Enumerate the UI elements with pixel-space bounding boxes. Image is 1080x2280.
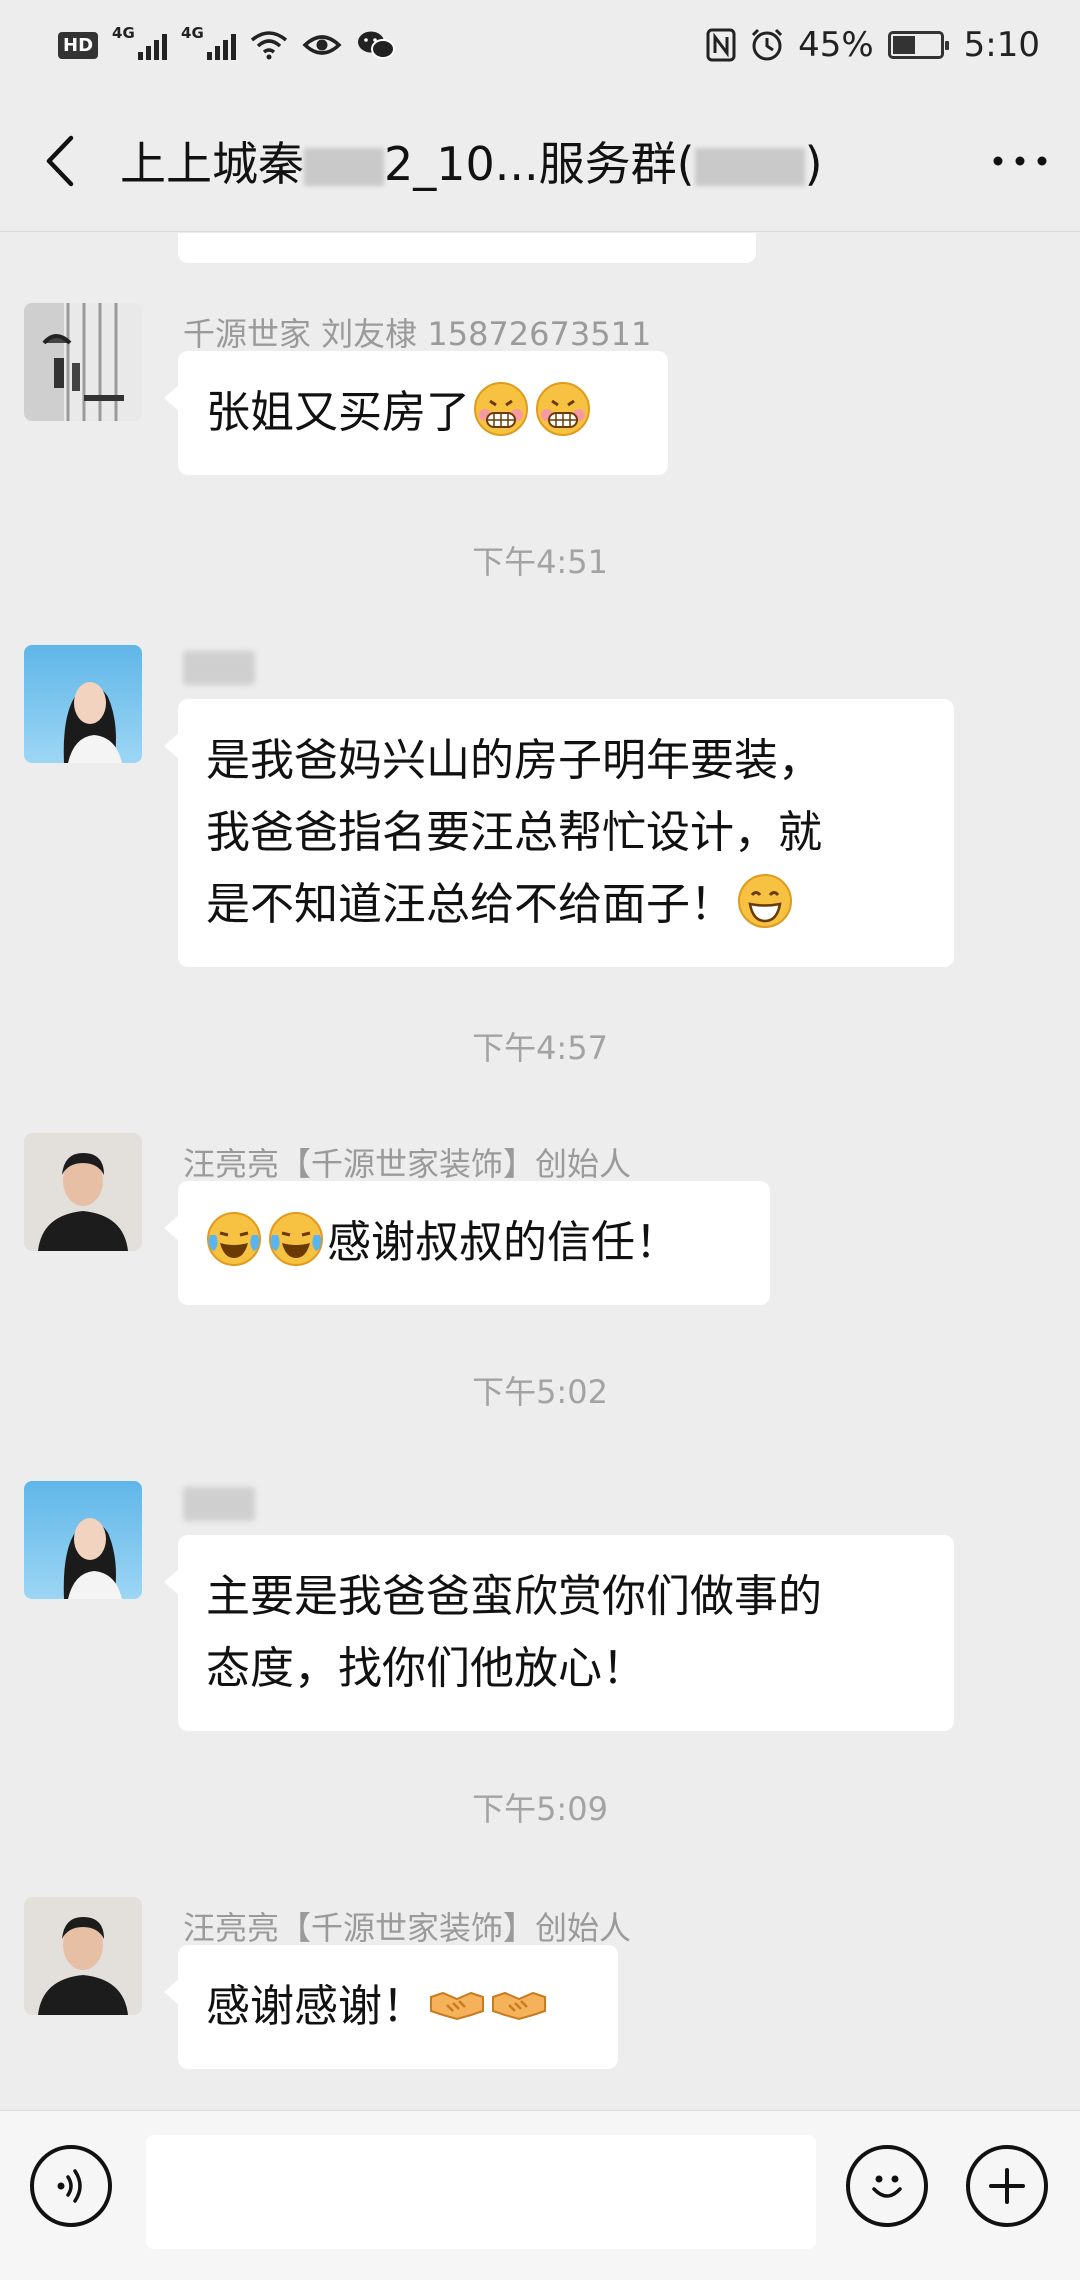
chat-area[interactable]: 千源世家 刘友棣 15872673511 张姐又买房了 下午4:51 是我爸妈兴…	[0, 233, 1080, 2110]
title-prefix: 上上城秦	[120, 136, 304, 191]
plus-icon	[989, 2168, 1025, 2204]
title-suffix: )	[804, 136, 823, 191]
signal-icon: 4G	[112, 24, 168, 60]
message-input[interactable]	[146, 2135, 816, 2249]
battery-fill	[892, 36, 916, 54]
timestamp: 下午4:51	[472, 543, 608, 581]
crying-laughing-emoji-icon	[207, 1212, 261, 1266]
blurred-sender-name	[183, 651, 255, 685]
input-bar	[0, 2110, 1080, 2280]
more-icon	[993, 156, 1047, 165]
avatar[interactable]	[24, 645, 142, 763]
wifi-icon	[250, 31, 288, 60]
emoji-button[interactable]	[846, 2145, 928, 2227]
avatar[interactable]	[24, 1133, 142, 1251]
chat-title[interactable]: 上上城秦 2_10...服务群()	[120, 128, 960, 194]
message-bubble[interactable]: 主要是我爸爸蛮欣赏你们做事的 态度，找你们他放心！	[164, 1535, 954, 1731]
message-text: 张姐又买房了	[206, 387, 470, 438]
message-line-with-emoji: 是不知道汪总给不给面子！	[206, 869, 926, 941]
network-type-label: 4G	[112, 24, 135, 42]
sender-name	[183, 1487, 255, 1529]
more-options-button[interactable]	[960, 155, 1080, 167]
battery-icon	[887, 31, 949, 59]
timestamp: 下午5:02	[472, 1373, 608, 1411]
sender-name: 汪亮亮【千源世家装饰】创始人	[183, 1909, 632, 1947]
battery-percent: 45%	[798, 25, 874, 65]
handshake-emoji-icon	[430, 1991, 484, 2021]
message-bubble[interactable]: 是我爸妈兴山的房子明年要装， 我爸爸指名要汪总帮忙设计，就 是不知道汪总给不给面…	[164, 699, 954, 967]
status-right: 45% 5:10	[706, 25, 1040, 65]
status-left: HD 4G 4G	[58, 24, 396, 61]
nfc-icon	[706, 28, 736, 62]
avatar-photo-icon	[24, 1897, 142, 2015]
grimace-emoji-icon-2	[536, 382, 590, 436]
wechat-icon	[358, 31, 396, 59]
avatar[interactable]	[24, 1897, 142, 2015]
sender-name	[183, 651, 255, 693]
sender-name: 汪亮亮【千源世家装饰】创始人	[183, 1145, 632, 1183]
message-line: 主要是我爸爸蛮欣赏你们做事的	[206, 1571, 822, 1622]
message-line: 态度，找你们他放心！	[206, 1643, 646, 1694]
avatar[interactable]	[24, 303, 142, 421]
previous-message-bubble[interactable]	[178, 233, 756, 263]
blurred-sender-name	[183, 1487, 255, 1521]
timestamp: 下午4:57	[472, 1029, 608, 1067]
message-bubble[interactable]: 感谢感谢！	[164, 1945, 618, 2069]
title-mid: 2_10...服务群(	[384, 136, 695, 191]
hd-icon: HD	[58, 31, 99, 59]
message-line: 是我爸妈兴山的房子明年要装，	[206, 735, 822, 786]
message-line: 我爸爸指名要汪总帮忙设计，就	[206, 807, 822, 858]
message-bubble[interactable]: 张姐又买房了	[164, 351, 668, 475]
message-bubble[interactable]: 感谢叔叔的信任！	[164, 1181, 770, 1305]
avatar[interactable]	[24, 1481, 142, 1599]
avatar-photo-icon	[24, 303, 142, 421]
clock: 5:10	[963, 25, 1040, 65]
smiley-icon	[872, 2175, 902, 2198]
message-text: 感谢感谢！	[206, 1981, 426, 2032]
voice-input-button[interactable]	[30, 2145, 112, 2227]
network-type-label-2: 4G	[181, 24, 204, 42]
blurred-text	[304, 148, 384, 186]
message-line: 是不知道汪总给不给面子！	[206, 879, 734, 930]
more-features-button[interactable]	[966, 2145, 1048, 2227]
avatar-photo-icon	[24, 1133, 142, 1251]
chat-header: 上上城秦 2_10...服务群()	[0, 90, 1080, 232]
status-bar: HD 4G 4G 45% 5:10	[0, 0, 1080, 90]
avatar-photo-icon	[24, 1481, 142, 1599]
signal-icon-2: 4G	[181, 24, 237, 60]
grimace-emoji-icon	[474, 382, 528, 436]
avatar-photo-icon	[24, 645, 142, 763]
handshake-emoji-icon-2	[492, 1991, 546, 2021]
sender-name: 千源世家 刘友棣 15872673511	[183, 315, 652, 353]
crying-laughing-emoji-icon-2	[269, 1212, 323, 1266]
chevron-left-icon	[46, 135, 74, 186]
blurred-text-2	[694, 148, 805, 186]
eye-icon	[302, 35, 342, 55]
grin-emoji-icon	[738, 874, 792, 928]
alarm-icon	[752, 28, 783, 61]
message-text: 感谢叔叔的信任！	[327, 1217, 679, 1268]
voice-icon	[57, 2169, 82, 2203]
timestamp: 下午5:09	[472, 1790, 608, 1828]
back-button[interactable]	[0, 90, 120, 231]
